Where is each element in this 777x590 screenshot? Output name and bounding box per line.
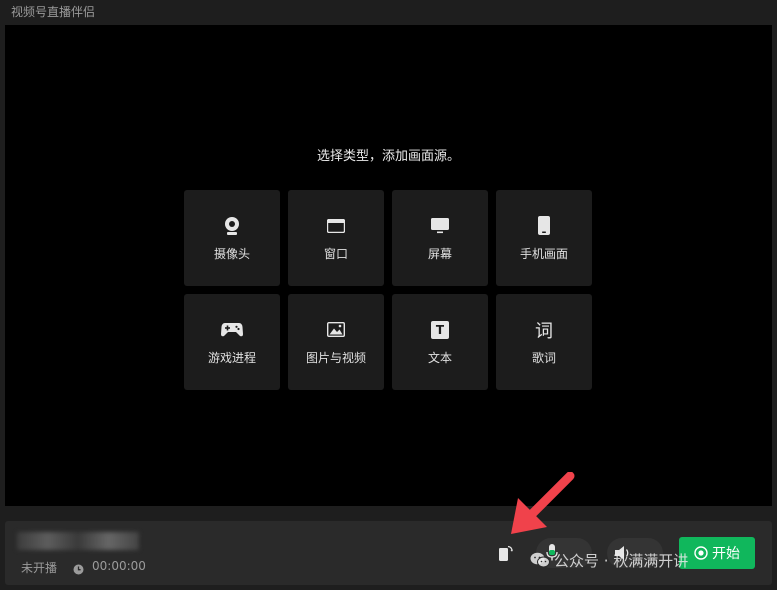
watermark: 公众号 · 秋满满开讲 bbox=[530, 547, 688, 573]
watermark-text: 公众号 · 秋满满开讲 bbox=[554, 551, 689, 570]
title-bar: 视频号直播伴侣 bbox=[0, 0, 777, 24]
gamepad-icon bbox=[221, 319, 243, 341]
source-tile-game[interactable]: 游戏进程 bbox=[184, 294, 280, 390]
wechat-icon bbox=[530, 552, 550, 568]
pointer-arrow-annotation bbox=[511, 472, 575, 534]
start-live-button[interactable]: 开始 bbox=[679, 537, 755, 569]
source-type-grid: 摄像头 窗口 屏幕 手机画面 游戏进程 图片与视频 T 文本 词 歌词 bbox=[184, 190, 592, 390]
lyrics-icon-glyph: 词 bbox=[535, 320, 553, 342]
source-label: 歌词 bbox=[531, 350, 556, 365]
lyrics-icon: 词 bbox=[533, 319, 555, 342]
source-tile-screen[interactable]: 屏幕 bbox=[392, 190, 488, 286]
clock-icon bbox=[73, 560, 84, 575]
window-title: 视频号直播伴侣 bbox=[11, 5, 96, 19]
live-icon bbox=[694, 546, 708, 560]
preview-stage: 选择类型，添加画面源。 摄像头 窗口 屏幕 手机画面 游戏进程 图片与视频 T … bbox=[5, 25, 772, 506]
source-label: 游戏进程 bbox=[207, 350, 256, 365]
source-tile-camera[interactable]: 摄像头 bbox=[184, 190, 280, 286]
text-icon: T bbox=[429, 319, 451, 341]
source-tile-text[interactable]: T 文本 bbox=[392, 294, 488, 390]
rotate-phone-icon[interactable] bbox=[499, 545, 513, 561]
source-tile-lyrics[interactable]: 词 歌词 bbox=[496, 294, 592, 390]
window-icon bbox=[325, 215, 347, 237]
source-tile-phone[interactable]: 手机画面 bbox=[496, 190, 592, 286]
live-status: 未开播 bbox=[21, 561, 58, 575]
source-label: 图片与视频 bbox=[305, 350, 366, 365]
source-tile-image-video[interactable]: 图片与视频 bbox=[288, 294, 384, 390]
start-live-label: 开始 bbox=[712, 546, 740, 562]
source-label: 文本 bbox=[427, 350, 452, 365]
source-label: 屏幕 bbox=[427, 246, 452, 261]
source-prompt: 选择类型，添加画面源。 bbox=[316, 149, 460, 164]
phone-icon bbox=[533, 215, 555, 237]
camera-icon bbox=[221, 215, 243, 237]
live-timer: 00:00:00 bbox=[92, 559, 146, 573]
image-icon bbox=[325, 319, 347, 341]
text-icon-glyph: T bbox=[435, 322, 445, 337]
source-label: 摄像头 bbox=[213, 246, 250, 261]
monitor-icon bbox=[429, 215, 451, 237]
streamer-name-redacted bbox=[17, 532, 139, 550]
source-tile-window[interactable]: 窗口 bbox=[288, 190, 384, 286]
source-label: 窗口 bbox=[323, 246, 348, 261]
source-label: 手机画面 bbox=[519, 246, 568, 261]
